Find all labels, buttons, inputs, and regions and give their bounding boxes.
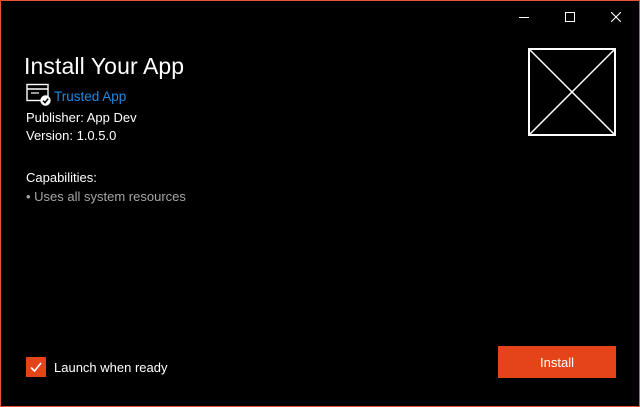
checkmark-icon	[30, 362, 42, 373]
launch-checkbox[interactable]	[26, 357, 46, 377]
capability-item: • Uses all system resources	[26, 189, 186, 204]
launch-option: Launch when ready	[26, 357, 167, 377]
install-button[interactable]: Install	[498, 346, 616, 378]
version-text: Version: 1.0.5.0	[26, 128, 117, 143]
minimize-icon	[519, 17, 529, 18]
page-title: Install Your App	[24, 53, 185, 79]
publisher-text: Publisher: App Dev	[26, 110, 137, 125]
installer-window: Install Your App Trusted App Publisher: …	[0, 0, 640, 407]
launch-label[interactable]: Launch when ready	[54, 360, 167, 375]
maximize-button[interactable]	[547, 1, 593, 33]
trusted-app-link[interactable]: Trusted App	[54, 89, 126, 104]
certificate-check-icon	[26, 83, 51, 106]
capabilities-heading: Capabilities:	[26, 170, 97, 185]
placeholder-logo-icon	[528, 48, 616, 136]
trust-row: Trusted App	[26, 83, 126, 107]
close-button[interactable]	[593, 1, 639, 33]
minimize-button[interactable]	[501, 1, 547, 33]
maximize-icon	[565, 12, 575, 22]
caption-buttons	[501, 1, 639, 33]
close-icon	[611, 12, 621, 22]
